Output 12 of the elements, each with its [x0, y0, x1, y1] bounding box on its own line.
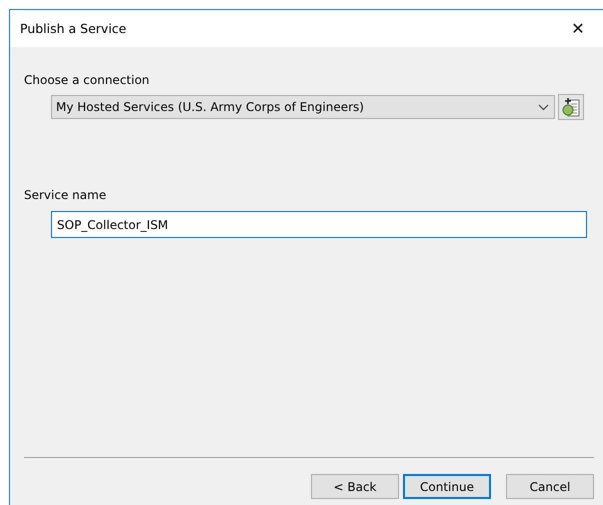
field-label: Choose a connection	[24, 73, 150, 87]
close-button[interactable]: ✕	[559, 14, 597, 44]
connection-dropdown[interactable]: My Hosted Services (U.S. Army Corps of Engineers)	[51, 95, 555, 119]
dialog-button[interactable]: Cancel	[506, 474, 594, 499]
service-name-field[interactable]: SOP_Collector_ISM	[51, 211, 587, 238]
dialog-button[interactable]: Continue	[403, 474, 491, 499]
chevron-icon	[538, 104, 549, 110]
add-document-icon	[562, 97, 580, 117]
field-label: Service name	[24, 188, 106, 202]
add-connection-button[interactable]	[558, 94, 584, 120]
dialog-button[interactable]: < Back	[311, 474, 399, 499]
window-title: Publish a Service	[20, 21, 126, 36]
